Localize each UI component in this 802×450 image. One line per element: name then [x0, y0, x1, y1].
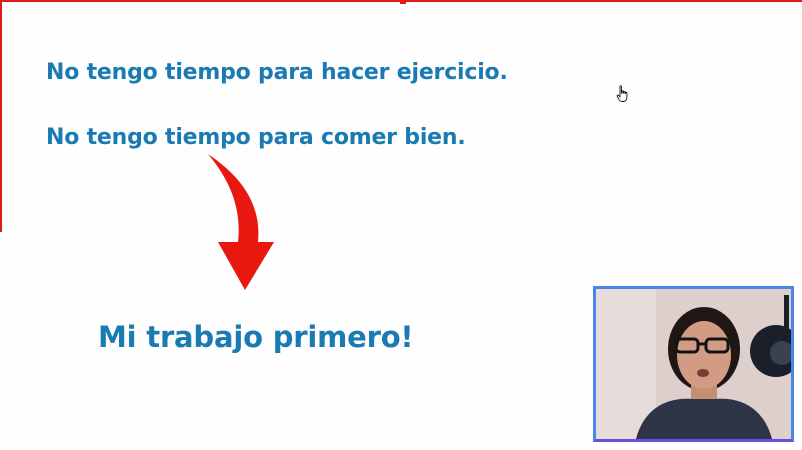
slide-line-exercise: No tengo tiempo para hacer ejercicio.	[46, 60, 508, 85]
recording-frame-left	[0, 0, 2, 232]
presentation-slide: No tengo tiempo para hacer ejercicio. No…	[0, 0, 802, 450]
presenter-video	[596, 289, 791, 439]
curved-down-arrow-icon	[208, 154, 274, 290]
webcam-overlay	[593, 286, 794, 442]
hand-pointer-icon	[616, 85, 628, 102]
slide-line-eating: No tengo tiempo para comer bien.	[46, 125, 466, 150]
slide-conclusion: Mi trabajo primero!	[98, 320, 414, 354]
recording-frame-marker	[400, 0, 406, 4]
